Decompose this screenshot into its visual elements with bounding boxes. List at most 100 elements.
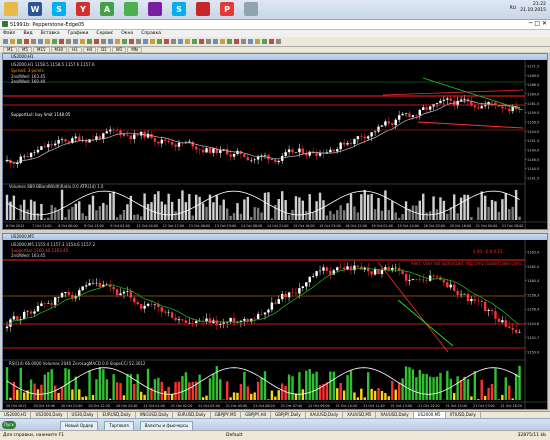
- toolbar-icon[interactable]: [24, 39, 29, 44]
- winrar-icon[interactable]: [148, 2, 162, 16]
- candle-body: [391, 123, 394, 126]
- toolbar-icon[interactable]: [73, 39, 78, 44]
- toolbar-icon[interactable]: [262, 39, 267, 44]
- window-controls[interactable]: ─ □ ✕: [529, 20, 547, 27]
- toolbar-icon[interactable]: [171, 39, 176, 44]
- chrome-icon[interactable]: [124, 2, 138, 16]
- android-icon[interactable]: A: [100, 2, 114, 16]
- toolbar-icon[interactable]: [234, 39, 239, 44]
- toolbar-icon[interactable]: [241, 39, 246, 44]
- candle-body: [188, 322, 191, 324]
- clock[interactable]: 21:22 21.10.2015: [520, 2, 546, 14]
- toolbar-icon[interactable]: [227, 39, 232, 44]
- lang-indicator[interactable]: RU: [510, 6, 516, 11]
- volume-bar: [22, 199, 26, 220]
- chart1-canvas[interactable]: 1171.5 1169.0 1166.5 1164.0 1161.5 1159.0 1156…: [3, 60, 547, 229]
- toolbar-icon[interactable]: [3, 39, 8, 44]
- toolbar-icon[interactable]: [150, 39, 155, 44]
- yandex-icon[interactable]: Y: [76, 2, 90, 16]
- volume-bar: [363, 189, 366, 220]
- toolbar-icon[interactable]: [220, 39, 225, 44]
- toolbar-icon[interactable]: [157, 39, 162, 44]
- toolbar-icon[interactable]: [269, 39, 274, 44]
- candle-body: [263, 312, 267, 315]
- candle-body: [84, 140, 88, 143]
- volume-bar: [143, 394, 146, 400]
- candle-body: [119, 130, 122, 136]
- toolbar-icon[interactable]: [66, 39, 71, 44]
- candle-body: [253, 159, 256, 161]
- volume-bar: [267, 399, 270, 400]
- doc-icon[interactable]: [244, 2, 258, 16]
- volume-bar: [122, 209, 126, 220]
- menu-item-2[interactable]: Вставка: [41, 31, 60, 36]
- toolbar-icon[interactable]: [276, 39, 281, 44]
- candle-body: [229, 154, 232, 157]
- toolbar-icon[interactable]: [115, 39, 120, 44]
- toolbar-icon[interactable]: [80, 39, 85, 44]
- menu-item-4[interactable]: Сервис: [96, 31, 113, 36]
- toolbar-icon[interactable]: [94, 39, 99, 44]
- candle-body: [442, 280, 446, 283]
- toolbar-icon[interactable]: [87, 39, 92, 44]
- volume-bar: [222, 199, 225, 220]
- volume-bar: [164, 391, 167, 400]
- volume-bar: [349, 370, 353, 400]
- candle-body: [126, 291, 129, 292]
- toolbar-icon[interactable]: [122, 39, 127, 44]
- volume-bar: [243, 371, 246, 400]
- volume-bar: [133, 384, 136, 400]
- toolbar-icon[interactable]: [164, 39, 169, 44]
- price-label: 1164.0: [527, 93, 539, 97]
- menu-item-1[interactable]: Вид: [23, 31, 32, 36]
- toolbar-icon[interactable]: [178, 39, 183, 44]
- toolbar-icon[interactable]: [10, 39, 15, 44]
- toolbar-icon[interactable]: [199, 39, 204, 44]
- toolbar-icon[interactable]: [185, 39, 190, 44]
- toolbar-icon[interactable]: [52, 39, 57, 44]
- volume-bar: [71, 389, 74, 400]
- candle-body: [370, 132, 373, 137]
- menu-item-6[interactable]: Справка: [141, 31, 161, 36]
- volume-bar: [9, 397, 12, 400]
- toolbar-icon[interactable]: [248, 39, 253, 44]
- toolbar-icon[interactable]: [136, 39, 141, 44]
- chart-window-m5[interactable]: US2000,M5 1163.9 1162.0 1160.4 1158.3 1156.4…: [2, 233, 548, 410]
- toolbar-icon[interactable]: [206, 39, 211, 44]
- price-label: 1154.0: [527, 130, 539, 134]
- volume-bar: [263, 371, 267, 400]
- volume-bar: [311, 373, 315, 400]
- candle-body: [408, 279, 411, 281]
- toolbar-icon[interactable]: [108, 39, 113, 44]
- menu-item-3[interactable]: Графики: [68, 31, 89, 36]
- toolbar-icon[interactable]: [213, 39, 218, 44]
- toolbar-icon[interactable]: [143, 39, 148, 44]
- word-icon[interactable]: W: [28, 2, 42, 16]
- toolbar-icon[interactable]: [45, 39, 50, 44]
- opera-icon[interactable]: P: [220, 2, 234, 16]
- skype-icon[interactable]: S: [52, 2, 66, 16]
- toolbar-icon[interactable]: [38, 39, 43, 44]
- menu-item-0[interactable]: Файл: [3, 31, 15, 36]
- pdf-icon[interactable]: [196, 2, 210, 16]
- folder-icon[interactable]: [4, 2, 18, 16]
- start-button[interactable]: Пуск: [2, 421, 16, 429]
- toolbar-icon[interactable]: [59, 39, 64, 44]
- toolbar-icon[interactable]: [129, 39, 134, 44]
- candle-body: [143, 305, 146, 309]
- chart-window-h1[interactable]: US2000,H1 1171.5 1169.0 1166.5 1164.0 1161.5…: [2, 53, 548, 230]
- toolbar-icon[interactable]: [255, 39, 260, 44]
- skype-icon[interactable]: S: [172, 2, 186, 16]
- menu-item-5[interactable]: Окно: [121, 31, 133, 36]
- volume-bar: [439, 372, 442, 400]
- toolbar-icon[interactable]: [31, 39, 36, 44]
- toolbar-icon[interactable]: [192, 39, 197, 44]
- time-label: 8 Oct 13:00: [84, 224, 103, 228]
- volume-bar: [239, 213, 243, 220]
- toolbar-icon[interactable]: [17, 39, 22, 44]
- price-label: 1160.4: [527, 279, 540, 283]
- toolbar-icon[interactable]: [101, 39, 106, 44]
- volume-bar: [490, 199, 494, 220]
- volume-bar: [243, 199, 246, 220]
- time-label: 21 Oct 05:00: [476, 224, 498, 228]
